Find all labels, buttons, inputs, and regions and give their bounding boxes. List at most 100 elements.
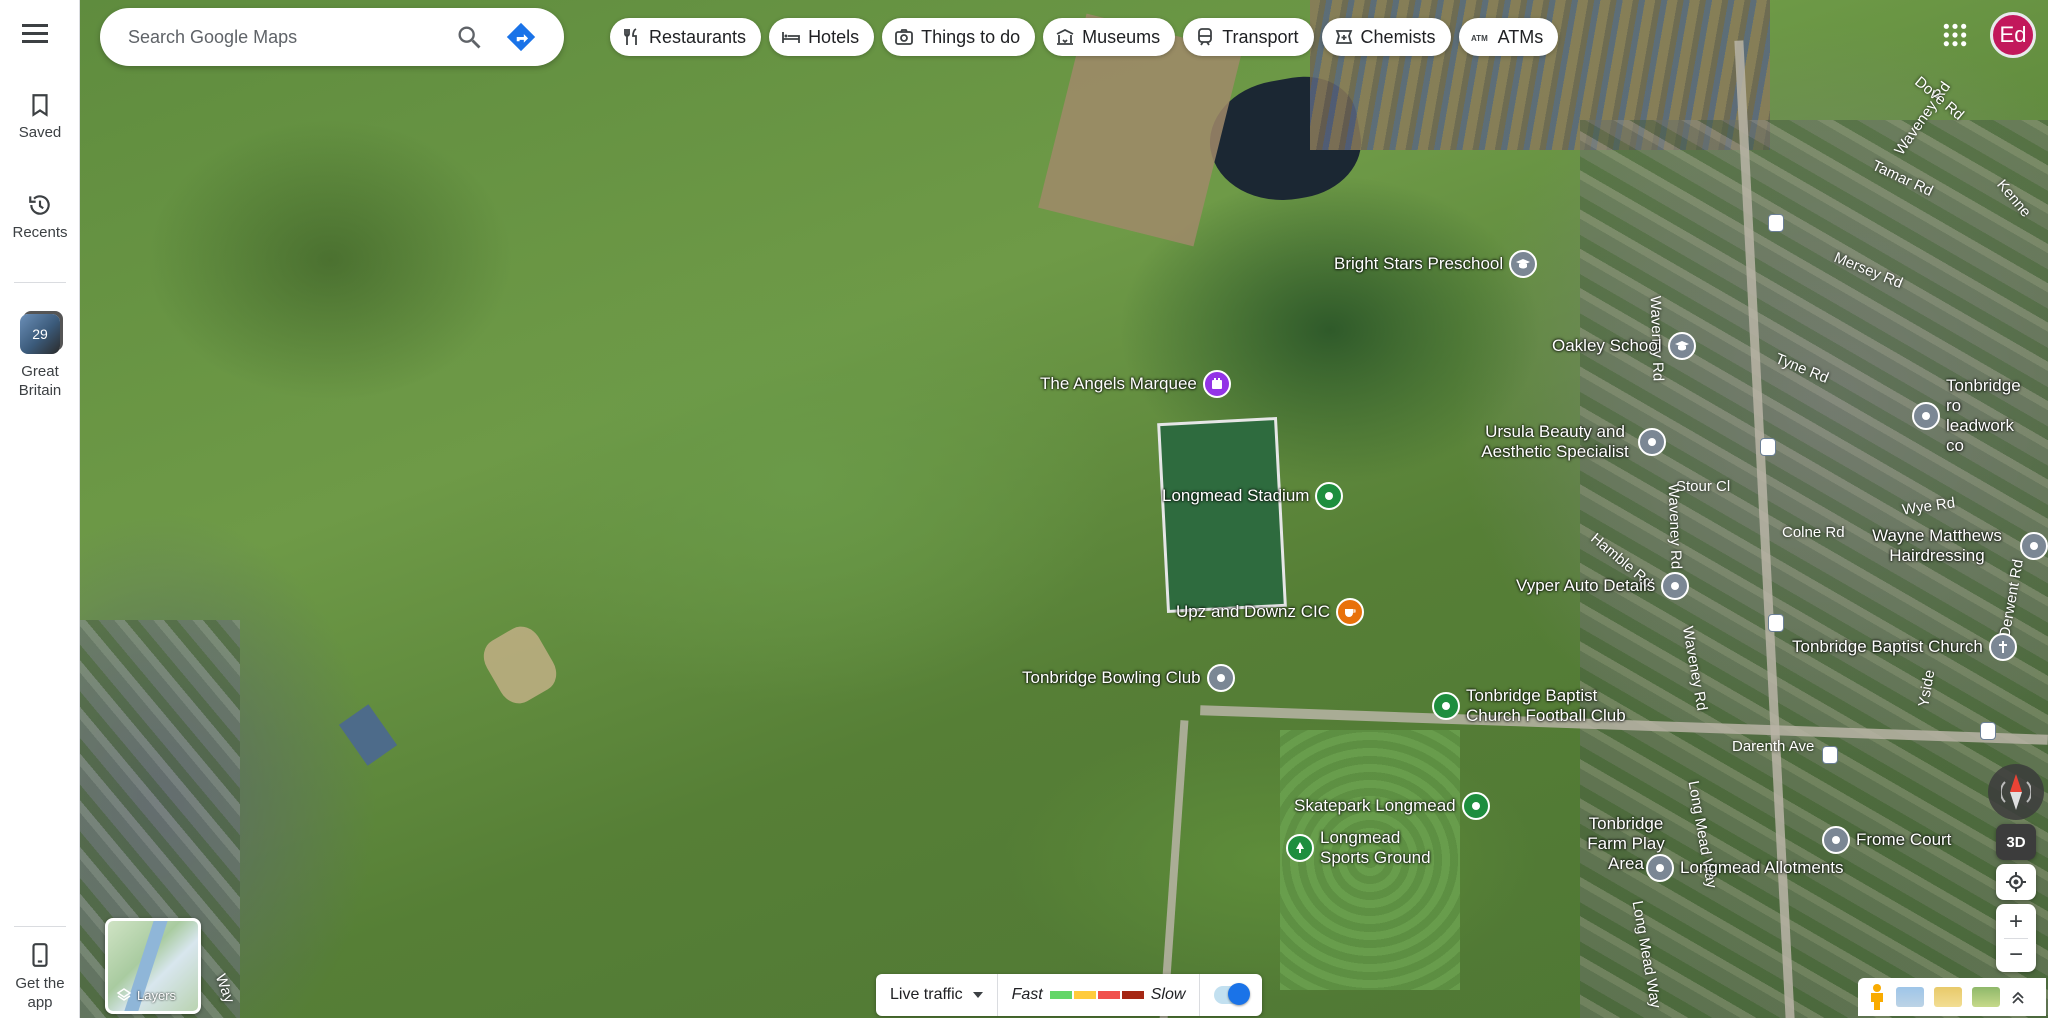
search-icon[interactable] <box>455 23 483 51</box>
zoom-in-icon[interactable]: + <box>2009 906 2023 938</box>
poi-label: Ursula Beauty and Aesthetic Specialist <box>1481 422 1629 461</box>
chip-museums[interactable]: Museums <box>1043 18 1176 56</box>
school-icon <box>1667 332 1696 360</box>
poi-ursula-beauty[interactable]: Ursula Beauty and Aesthetic Specialist <box>1478 422 1666 462</box>
stadium-pitch <box>1157 416 1287 614</box>
saved-button[interactable]: Saved <box>0 92 80 141</box>
bottom-right-strip <box>1858 978 2046 1016</box>
poi-label: Wayne Matthews Hairdressing <box>1872 526 2002 565</box>
sand-patch <box>476 619 564 711</box>
poi-longmead-allotments[interactable]: Longmead Allotments <box>1646 854 1844 882</box>
chevron-up-icon[interactable] <box>2010 989 2026 1005</box>
traffic-bar-slow <box>1097 991 1120 999</box>
list-thumbnail: 29 <box>20 314 60 354</box>
get-app-button[interactable]: Get the app <box>0 942 80 1012</box>
chip-label: Things to do <box>921 26 1021 47</box>
chip-restaurants[interactable]: Restaurants <box>610 18 762 56</box>
chip-chemists[interactable]: Chemists <box>1321 18 1451 56</box>
my-location-icon <box>2006 872 2026 892</box>
chip-atms[interactable]: ATM ATMs <box>1458 18 1559 56</box>
poi-longmead-sports-ground[interactable]: Longmead Sports Ground <box>1286 828 1440 868</box>
bus-stop-icon[interactable] <box>1768 214 1784 232</box>
poi-bright-stars-preschool[interactable]: Bright Stars Preschool <box>1334 250 1538 278</box>
poi-frome-court[interactable]: Frome Court <box>1822 826 1951 854</box>
poi-label: The Angels Marquee <box>1040 374 1197 393</box>
zoom-out-icon[interactable]: − <box>2009 939 2023 971</box>
imagery-thumb-icon[interactable] <box>1896 987 1924 1007</box>
atm-icon: ATM <box>1471 34 1488 43</box>
bus-stop-icon[interactable] <box>1760 438 1776 456</box>
place-icon <box>1661 572 1690 600</box>
poi-tonbridge-roof-leadwork[interactable]: Tonbridge ro leadwork co <box>1912 376 2021 456</box>
poi-wayne-matthews-hairdressing[interactable]: Wayne Matthews Hairdressing <box>1860 526 2048 566</box>
rail-divider <box>14 282 66 283</box>
saved-list-great-britain[interactable]: 29 Great Britain <box>0 314 80 400</box>
place-icon <box>1822 826 1850 854</box>
compass-button[interactable] <box>1988 764 2044 820</box>
poi-tonbridge-baptist-church[interactable]: Tonbridge Baptist Church <box>1792 633 2017 661</box>
housing-estate <box>1580 120 2048 1018</box>
left-rail: Saved Recents 29 Great Britain Get the a… <box>0 0 80 1018</box>
event-venue-icon <box>1202 370 1231 398</box>
poi-tonbridge-bowling-club[interactable]: Tonbridge Bowling Club <box>1022 664 1235 692</box>
zoom-controls: + − <box>1996 904 2036 972</box>
poi-baptist-church-fc[interactable]: Tonbridge Baptist Church Football Club <box>1432 686 1636 726</box>
poi-label: Upz and Downz CIC <box>1176 602 1331 621</box>
street-colne: Colne Rd <box>1782 524 1845 541</box>
chip-label: ATMs <box>1497 26 1544 47</box>
bus-stop-icon[interactable] <box>1822 746 1838 764</box>
imagery-thumb-icon[interactable] <box>1972 987 2000 1007</box>
layers-label: Layers <box>137 987 177 1003</box>
rail-divider-bottom <box>14 926 66 927</box>
poi-label: Longmead Stadium <box>1162 486 1310 505</box>
chip-hotels[interactable]: Hotels <box>769 18 875 56</box>
search-input[interactable] <box>128 26 428 48</box>
compass-icon <box>2001 774 2031 810</box>
3d-button[interactable]: 3D <box>1996 824 2036 860</box>
my-location-button[interactable] <box>1996 864 2036 900</box>
layers-caption: Layers <box>116 987 176 1003</box>
chip-label: Hotels <box>808 26 860 47</box>
bus-stop-icon[interactable] <box>1980 722 1996 740</box>
layers-icon <box>116 988 132 1001</box>
poi-longmead-stadium[interactable]: Longmead Stadium <box>1162 482 1344 510</box>
poi-label: Tonbridge Bowling Club <box>1022 668 1201 687</box>
place-icon <box>1206 664 1235 692</box>
poi-label: Skatepark Longmead <box>1294 796 1456 815</box>
poi-label: Tonbridge Baptist Church <box>1792 637 1983 656</box>
traffic-mode-dropdown[interactable]: Live traffic <box>876 974 997 1016</box>
layers-button[interactable]: Layers <box>105 918 201 1014</box>
stadium-icon <box>1315 482 1344 510</box>
bus-stop-icon[interactable] <box>1768 614 1784 632</box>
svg-text:ATM: ATM <box>1471 34 1488 43</box>
park-tree-icon <box>1286 834 1314 862</box>
school-icon <box>1509 250 1538 278</box>
chip-transport[interactable]: Transport <box>1183 18 1314 56</box>
menu-icon[interactable] <box>22 24 48 44</box>
chip-things-to-do[interactable]: Things to do <box>882 18 1036 56</box>
cafe-icon <box>1336 598 1365 626</box>
map-canvas[interactable]: Waveney Rd Dove Rd Tamar Rd Mersey Rd Ty… <box>80 0 2048 1018</box>
pegman-icon[interactable] <box>1868 983 1886 1011</box>
recents-button[interactable]: Recents <box>0 192 80 241</box>
traffic-bar-very-slow <box>1121 991 1144 999</box>
poi-label: Tonbridge ro leadwork co <box>1946 376 2021 455</box>
account-avatar[interactable]: Ed <box>1990 12 2036 58</box>
poi-oakley-school[interactable]: Oakley School <box>1552 332 1696 360</box>
poi-upz-and-downz[interactable]: Upz and Downz CIC <box>1176 598 1365 626</box>
train-icon <box>1198 28 1213 46</box>
poi-skatepark-longmead[interactable]: Skatepark Longmead <box>1294 792 1490 820</box>
poi-the-angels-marquee[interactable]: The Angels Marquee <box>1040 370 1231 398</box>
hotel-icon <box>782 32 800 43</box>
saved-label: Saved <box>18 124 62 141</box>
chip-label: Chemists <box>1360 26 1436 47</box>
list-name: Great Britain <box>18 363 62 399</box>
museum-icon <box>1056 28 1074 45</box>
place-icon <box>1912 402 1940 430</box>
traffic-bar-fast <box>1049 991 1072 999</box>
poi-vyper-auto-details[interactable]: Vyper Auto Details <box>1516 572 1690 600</box>
apps-grid-icon[interactable] <box>1942 22 1968 48</box>
directions-icon[interactable] <box>504 20 538 54</box>
imagery-thumb-icon[interactable] <box>1934 987 1962 1007</box>
traffic-toggle[interactable] <box>1214 983 1251 1005</box>
